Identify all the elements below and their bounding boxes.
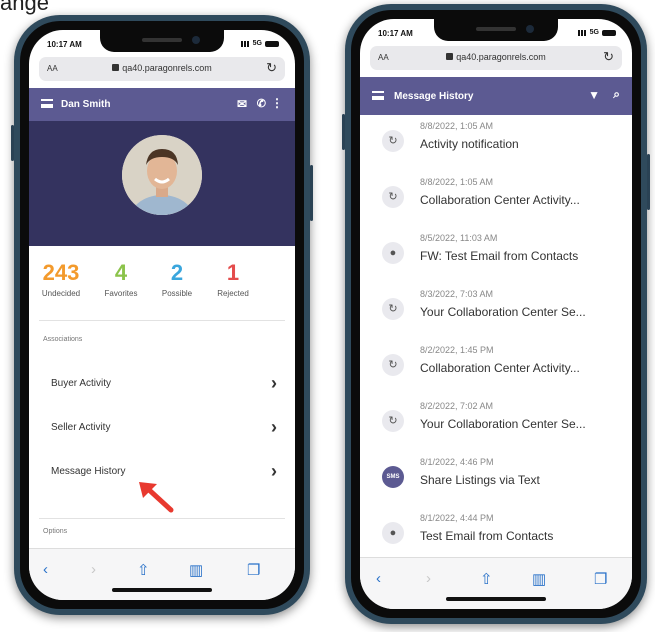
notch bbox=[100, 30, 224, 52]
browser-toolbar: ‹ › ⇧ ▥ ❐ bbox=[360, 557, 632, 609]
stat-rejected[interactable]: 1 Rejected bbox=[203, 260, 263, 298]
address-bar[interactable]: AA qa40.paragonrels.com ↻ bbox=[370, 46, 622, 70]
list-item[interactable]: ● 8/1/2022, 4:44 PM Test Email from Cont… bbox=[360, 507, 632, 557]
status-signal: 5G bbox=[240, 40, 279, 47]
home-indicator[interactable] bbox=[446, 597, 546, 601]
avatar bbox=[122, 135, 202, 215]
stat-possible[interactable]: 2 Possible bbox=[147, 260, 207, 298]
battery-icon bbox=[265, 40, 279, 47]
stat-undecided[interactable]: 243 Undecided bbox=[31, 260, 91, 298]
left-volume-button bbox=[11, 125, 14, 161]
reload-icon[interactable]: ↻ bbox=[603, 49, 614, 65]
browser-toolbar: ‹ › ⇧ ▥ ❐ bbox=[29, 548, 295, 600]
bookmarks-icon[interactable]: ▥ bbox=[189, 561, 203, 579]
status-signal: 5G bbox=[577, 29, 616, 36]
list-item[interactable]: SMS 8/1/2022, 4:46 PM Share Listings via… bbox=[360, 451, 632, 507]
divider bbox=[39, 518, 285, 519]
left-screen: 10:17 AM 5G AA qa40.paragonrels.com ↻ Da… bbox=[29, 30, 295, 600]
tabs-icon[interactable]: ❐ bbox=[594, 570, 607, 588]
url-display[interactable]: qa40.paragonrels.com bbox=[39, 63, 285, 73]
caption-text: ange bbox=[0, 0, 49, 15]
profile-banner bbox=[29, 121, 295, 246]
list-item[interactable]: ↻ 8/2/2022, 7:02 AM Your Collaboration C… bbox=[360, 395, 632, 451]
chevron-right-icon: › bbox=[271, 373, 277, 393]
network-label: 5G bbox=[589, 29, 599, 36]
lock-icon bbox=[112, 64, 120, 71]
sms-icon: SMS bbox=[382, 466, 404, 488]
lock-icon bbox=[446, 53, 454, 60]
signal-bars-icon bbox=[577, 29, 587, 36]
share-icon[interactable]: ⇧ bbox=[480, 570, 493, 588]
activity-icon: ↻ bbox=[382, 130, 404, 152]
person-icon: ● bbox=[382, 242, 404, 264]
home-indicator[interactable] bbox=[112, 588, 212, 592]
options-label: Options bbox=[43, 528, 68, 535]
forward-icon[interactable]: › bbox=[91, 561, 96, 578]
activity-icon: ↻ bbox=[382, 354, 404, 376]
left-power-button bbox=[310, 165, 313, 221]
person-icon: ● bbox=[382, 522, 404, 544]
app-header: Message History ▼ ⌕ bbox=[360, 77, 632, 115]
menu-icon[interactable] bbox=[372, 91, 384, 100]
list-item[interactable]: ↻ 8/8/2022, 1:05 AM Activity notificatio… bbox=[360, 115, 632, 171]
right-power-button bbox=[647, 154, 650, 210]
url-display[interactable]: qa40.paragonrels.com bbox=[370, 52, 622, 62]
right-volume-button bbox=[342, 114, 345, 150]
left-phone-frame: 10:17 AM 5G AA qa40.paragonrels.com ↻ Da… bbox=[11, 15, 313, 615]
menu-icon[interactable] bbox=[41, 99, 53, 108]
phone-icon[interactable]: ✆ bbox=[257, 97, 266, 110]
more-vert-icon[interactable]: ⋮ bbox=[271, 96, 283, 110]
status-time: 10:17 AM bbox=[378, 29, 413, 38]
list-item[interactable]: ↻ 8/3/2022, 7:03 AM Your Collaboration C… bbox=[360, 283, 632, 339]
network-label: 5G bbox=[252, 40, 262, 47]
activity-icon: ↻ bbox=[382, 410, 404, 432]
app-header: Dan Smith ✉ ✆ ⋮ bbox=[29, 88, 295, 121]
activity-icon: ↻ bbox=[382, 186, 404, 208]
page-title: Message History bbox=[394, 91, 474, 102]
battery-icon bbox=[602, 29, 616, 36]
message-list[interactable]: ↻ 8/8/2022, 1:05 AM Activity notificatio… bbox=[360, 115, 632, 557]
bookmarks-icon[interactable]: ▥ bbox=[532, 570, 546, 588]
list-item[interactable]: ● 8/5/2022, 11:03 AM FW: Test Email from… bbox=[360, 227, 632, 283]
tabs-icon[interactable]: ❐ bbox=[247, 561, 260, 579]
chevron-right-icon: › bbox=[271, 461, 277, 481]
red-arrow-annotation-icon bbox=[139, 482, 174, 513]
filter-icon[interactable]: ▼ bbox=[588, 88, 600, 102]
right-phone-frame: 10:17 AM 5G AA qa40.paragonrels.com ↻ Me… bbox=[342, 4, 650, 624]
signal-bars-icon bbox=[240, 40, 250, 47]
mail-icon[interactable]: ✉ bbox=[237, 97, 247, 111]
share-icon[interactable]: ⇧ bbox=[137, 561, 150, 579]
search-icon[interactable]: ⌕ bbox=[613, 87, 620, 102]
reload-icon[interactable]: ↻ bbox=[266, 60, 277, 76]
right-screen: 10:17 AM 5G AA qa40.paragonrels.com ↻ Me… bbox=[360, 19, 632, 609]
address-bar[interactable]: AA qa40.paragonrels.com ↻ bbox=[39, 57, 285, 81]
chevron-right-icon: › bbox=[271, 417, 277, 437]
divider bbox=[39, 320, 285, 321]
back-icon[interactable]: ‹ bbox=[43, 561, 48, 578]
list-item[interactable]: ↻ 8/2/2022, 1:45 PM Collaboration Center… bbox=[360, 339, 632, 395]
back-icon[interactable]: ‹ bbox=[376, 570, 381, 587]
forward-icon[interactable]: › bbox=[426, 570, 431, 587]
associations-label: Associations bbox=[43, 336, 83, 343]
activity-icon: ↻ bbox=[382, 298, 404, 320]
page-title: Dan Smith bbox=[61, 99, 111, 110]
menu-buyer-activity[interactable]: Buyer Activity › bbox=[29, 364, 295, 404]
menu-seller-activity[interactable]: Seller Activity › bbox=[29, 408, 295, 448]
stat-favorites[interactable]: 4 Favorites bbox=[91, 260, 151, 298]
status-time: 10:17 AM bbox=[47, 40, 82, 49]
notch bbox=[434, 19, 558, 41]
status-stats: 243 Undecided 4 Favorites 2 Possible 1 R… bbox=[29, 260, 295, 306]
list-item[interactable]: ↻ 8/8/2022, 1:05 AM Collaboration Center… bbox=[360, 171, 632, 227]
